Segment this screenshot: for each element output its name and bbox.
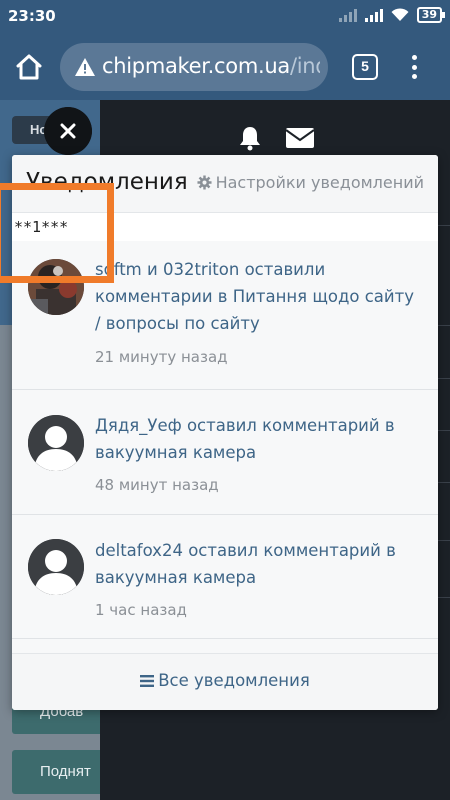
bell-icon[interactable] bbox=[236, 124, 264, 152]
url-host: chipmaker.com.ua bbox=[102, 54, 290, 78]
close-icon[interactable] bbox=[44, 107, 92, 155]
status-icons: 39 bbox=[338, 7, 446, 23]
all-notifications-label: Все уведомления bbox=[158, 671, 310, 690]
warning-icon[interactable] bbox=[74, 56, 96, 78]
menu-icon[interactable] bbox=[406, 52, 422, 82]
avatar[interactable] bbox=[28, 539, 84, 595]
all-notifications-link[interactable]: Все уведомления bbox=[12, 671, 438, 690]
notification-item[interactable]: deltafox24 оставил комментарий в вакуумн… bbox=[12, 515, 438, 639]
home-icon[interactable] bbox=[14, 52, 44, 82]
notification-settings-link[interactable]: Настройки уведомлений bbox=[197, 173, 424, 192]
wifi-icon bbox=[391, 8, 409, 21]
url-path: /index bbox=[289, 54, 320, 78]
list-icon bbox=[140, 675, 155, 687]
url-text[interactable]: chipmaker.com.ua/index bbox=[102, 54, 320, 78]
raise-button[interactable]: Поднят bbox=[12, 750, 100, 794]
tab-switcher-button[interactable]: 5 bbox=[352, 54, 378, 80]
battery-icon: 39 bbox=[416, 7, 446, 23]
status-time: 23:30 bbox=[8, 7, 56, 25]
notification-text[interactable]: softm и 032triton оставили комментарии в… bbox=[95, 256, 415, 337]
address-bar[interactable]: chipmaker.com.ua/index bbox=[60, 43, 328, 91]
notification-item[interactable]: Дядя_Уеф оставил комментарий в вакуумная… bbox=[12, 390, 438, 515]
notification-text[interactable]: Дядя_Уеф оставил комментарий в вакуумная… bbox=[95, 412, 415, 466]
status-bar: 23:30 39 bbox=[0, 0, 450, 34]
notifications-list: softm и 032triton оставили комментарии в… bbox=[12, 241, 438, 653]
settings-label: Настройки уведомлений bbox=[215, 173, 424, 192]
signal-icon bbox=[338, 8, 357, 22]
gear-icon bbox=[197, 175, 212, 190]
signal-icon-2 bbox=[364, 8, 383, 22]
notification-time: 48 минут назад bbox=[95, 476, 219, 494]
notification-text[interactable]: deltafox24 оставил комментарий в вакуумн… bbox=[95, 537, 415, 591]
mail-icon[interactable] bbox=[285, 126, 315, 150]
notification-time: 1 час назад bbox=[95, 601, 187, 619]
browser-toolbar: chipmaker.com.ua/index 5 bbox=[0, 34, 450, 100]
notification-time: 21 минуту назад bbox=[95, 348, 228, 366]
highlight-box bbox=[0, 183, 114, 283]
popup-footer: Все уведомления bbox=[12, 653, 438, 710]
avatar[interactable] bbox=[28, 415, 84, 471]
